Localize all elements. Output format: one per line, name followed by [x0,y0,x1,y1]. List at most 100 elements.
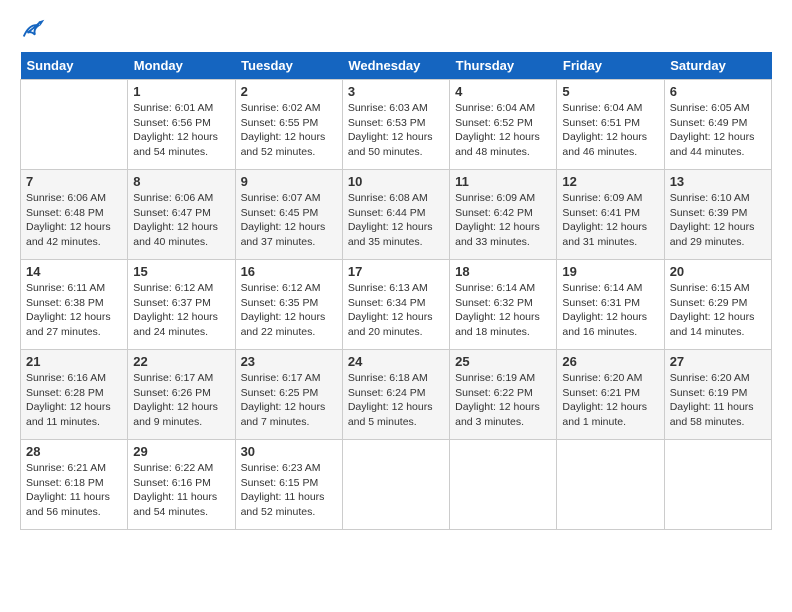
day-info: Sunrise: 6:14 AM Sunset: 6:31 PM Dayligh… [562,281,658,340]
day-cell: 18Sunrise: 6:14 AM Sunset: 6:32 PM Dayli… [450,260,557,350]
day-info: Sunrise: 6:05 AM Sunset: 6:49 PM Dayligh… [670,101,766,160]
week-row-1: 1 Sunrise: 6:01 AM Sunset: 6:56 PM Daylig… [21,80,772,170]
day-cell: 29Sunrise: 6:22 AM Sunset: 6:16 PM Dayli… [128,440,235,530]
day-number: 10 [348,174,444,189]
day-info: Sunrise: 6:17 AM Sunset: 6:26 PM Dayligh… [133,371,229,430]
day-number: 2 [241,84,337,99]
day-number: 23 [241,354,337,369]
day-info: Sunrise: 6:06 AM Sunset: 6:47 PM Dayligh… [133,191,229,250]
day-cell: 17Sunrise: 6:13 AM Sunset: 6:34 PM Dayli… [342,260,449,350]
day-cell: 24Sunrise: 6:18 AM Sunset: 6:24 PM Dayli… [342,350,449,440]
day-info: Sunrise: 6:04 AM Sunset: 6:52 PM Dayligh… [455,101,551,160]
day-number: 4 [455,84,551,99]
day-cell: 14 Sunrise: 6:11 AM Sunset: 6:38 PM Dayli… [21,260,128,350]
day-cell: 20Sunrise: 6:15 AM Sunset: 6:29 PM Dayli… [664,260,771,350]
day-info: Sunrise: 6:13 AM Sunset: 6:34 PM Dayligh… [348,281,444,340]
day-number: 21 [26,354,122,369]
day-number: 30 [241,444,337,459]
header-cell-saturday: Saturday [664,52,771,80]
day-cell: 15 Sunrise: 6:12 AM Sunset: 6:37 PM Dayli… [128,260,235,350]
day-number: 8 [133,174,229,189]
day-info: Sunrise: 6:12 AM Sunset: 6:35 PM Dayligh… [241,281,337,340]
day-number: 7 [26,174,122,189]
day-info: Sunrise: 6:06 AM Sunset: 6:48 PM Dayligh… [26,191,122,250]
day-cell: 2 Sunrise: 6:02 AM Sunset: 6:55 PM Daylig… [235,80,342,170]
day-cell: 11Sunrise: 6:09 AM Sunset: 6:42 PM Dayli… [450,170,557,260]
header-cell-thursday: Thursday [450,52,557,80]
logo [20,16,52,44]
day-cell: 4 Sunrise: 6:04 AM Sunset: 6:52 PM Daylig… [450,80,557,170]
day-info: Sunrise: 6:15 AM Sunset: 6:29 PM Dayligh… [670,281,766,340]
day-cell: 8 Sunrise: 6:06 AM Sunset: 6:47 PM Daylig… [128,170,235,260]
day-number: 25 [455,354,551,369]
day-cell [664,440,771,530]
day-cell: 9Sunrise: 6:07 AM Sunset: 6:45 PM Daylig… [235,170,342,260]
day-number: 22 [133,354,229,369]
day-cell: 21 Sunrise: 6:16 AM Sunset: 6:28 PM Dayli… [21,350,128,440]
day-cell [342,440,449,530]
day-cell: 12 Sunrise: 6:09 AM Sunset: 6:41 PM Dayli… [557,170,664,260]
day-number: 15 [133,264,229,279]
header-cell-wednesday: Wednesday [342,52,449,80]
day-number: 1 [133,84,229,99]
calendar-body: 1 Sunrise: 6:01 AM Sunset: 6:56 PM Daylig… [21,80,772,530]
logo-icon [20,16,48,44]
day-cell: 19 Sunrise: 6:14 AM Sunset: 6:31 PM Dayli… [557,260,664,350]
day-cell: 10Sunrise: 6:08 AM Sunset: 6:44 PM Dayli… [342,170,449,260]
header-cell-sunday: Sunday [21,52,128,80]
day-cell: 3Sunrise: 6:03 AM Sunset: 6:53 PM Daylig… [342,80,449,170]
day-cell: 25 Sunrise: 6:19 AM Sunset: 6:22 PM Dayli… [450,350,557,440]
calendar-header: SundayMondayTuesdayWednesdayThursdayFrid… [21,52,772,80]
day-cell [450,440,557,530]
header-cell-monday: Monday [128,52,235,80]
header-cell-tuesday: Tuesday [235,52,342,80]
day-info: Sunrise: 6:09 AM Sunset: 6:41 PM Dayligh… [562,191,658,250]
day-info: Sunrise: 6:20 AM Sunset: 6:19 PM Dayligh… [670,371,766,430]
day-cell: 13 Sunrise: 6:10 AM Sunset: 6:39 PM Dayli… [664,170,771,260]
day-number: 28 [26,444,122,459]
day-cell [21,80,128,170]
day-info: Sunrise: 6:10 AM Sunset: 6:39 PM Dayligh… [670,191,766,250]
week-row-4: 21 Sunrise: 6:16 AM Sunset: 6:28 PM Dayli… [21,350,772,440]
day-number: 19 [562,264,658,279]
day-info: Sunrise: 6:12 AM Sunset: 6:37 PM Dayligh… [133,281,229,340]
day-number: 11 [455,174,551,189]
day-cell: 26 Sunrise: 6:20 AM Sunset: 6:21 PM Dayli… [557,350,664,440]
day-info: Sunrise: 6:04 AM Sunset: 6:51 PM Dayligh… [562,101,658,160]
day-info: Sunrise: 6:01 AM Sunset: 6:56 PM Dayligh… [133,101,229,160]
day-info: Sunrise: 6:23 AM Sunset: 6:15 PM Dayligh… [241,461,337,520]
day-number: 3 [348,84,444,99]
week-row-3: 14 Sunrise: 6:11 AM Sunset: 6:38 PM Dayli… [21,260,772,350]
day-cell: 7 Sunrise: 6:06 AM Sunset: 6:48 PM Daylig… [21,170,128,260]
day-number: 5 [562,84,658,99]
day-info: Sunrise: 6:11 AM Sunset: 6:38 PM Dayligh… [26,281,122,340]
day-info: Sunrise: 6:19 AM Sunset: 6:22 PM Dayligh… [455,371,551,430]
day-number: 14 [26,264,122,279]
day-info: Sunrise: 6:17 AM Sunset: 6:25 PM Dayligh… [241,371,337,430]
day-number: 26 [562,354,658,369]
day-cell: 1 Sunrise: 6:01 AM Sunset: 6:56 PM Daylig… [128,80,235,170]
day-info: Sunrise: 6:14 AM Sunset: 6:32 PM Dayligh… [455,281,551,340]
day-number: 29 [133,444,229,459]
header-row: SundayMondayTuesdayWednesdayThursdayFrid… [21,52,772,80]
day-cell: 6 Sunrise: 6:05 AM Sunset: 6:49 PM Daylig… [664,80,771,170]
day-number: 9 [241,174,337,189]
day-number: 27 [670,354,766,369]
day-cell [557,440,664,530]
week-row-5: 28 Sunrise: 6:21 AM Sunset: 6:18 PM Dayli… [21,440,772,530]
day-number: 13 [670,174,766,189]
day-cell: 22 Sunrise: 6:17 AM Sunset: 6:26 PM Dayli… [128,350,235,440]
page-header [20,16,772,44]
day-info: Sunrise: 6:21 AM Sunset: 6:18 PM Dayligh… [26,461,122,520]
header-cell-friday: Friday [557,52,664,80]
week-row-2: 7 Sunrise: 6:06 AM Sunset: 6:48 PM Daylig… [21,170,772,260]
day-info: Sunrise: 6:16 AM Sunset: 6:28 PM Dayligh… [26,371,122,430]
day-info: Sunrise: 6:20 AM Sunset: 6:21 PM Dayligh… [562,371,658,430]
day-number: 6 [670,84,766,99]
day-cell: 23 Sunrise: 6:17 AM Sunset: 6:25 PM Dayli… [235,350,342,440]
day-info: Sunrise: 6:02 AM Sunset: 6:55 PM Dayligh… [241,101,337,160]
day-number: 12 [562,174,658,189]
calendar-table: SundayMondayTuesdayWednesdayThursdayFrid… [20,52,772,530]
day-number: 24 [348,354,444,369]
day-cell: 5 Sunrise: 6:04 AM Sunset: 6:51 PM Daylig… [557,80,664,170]
